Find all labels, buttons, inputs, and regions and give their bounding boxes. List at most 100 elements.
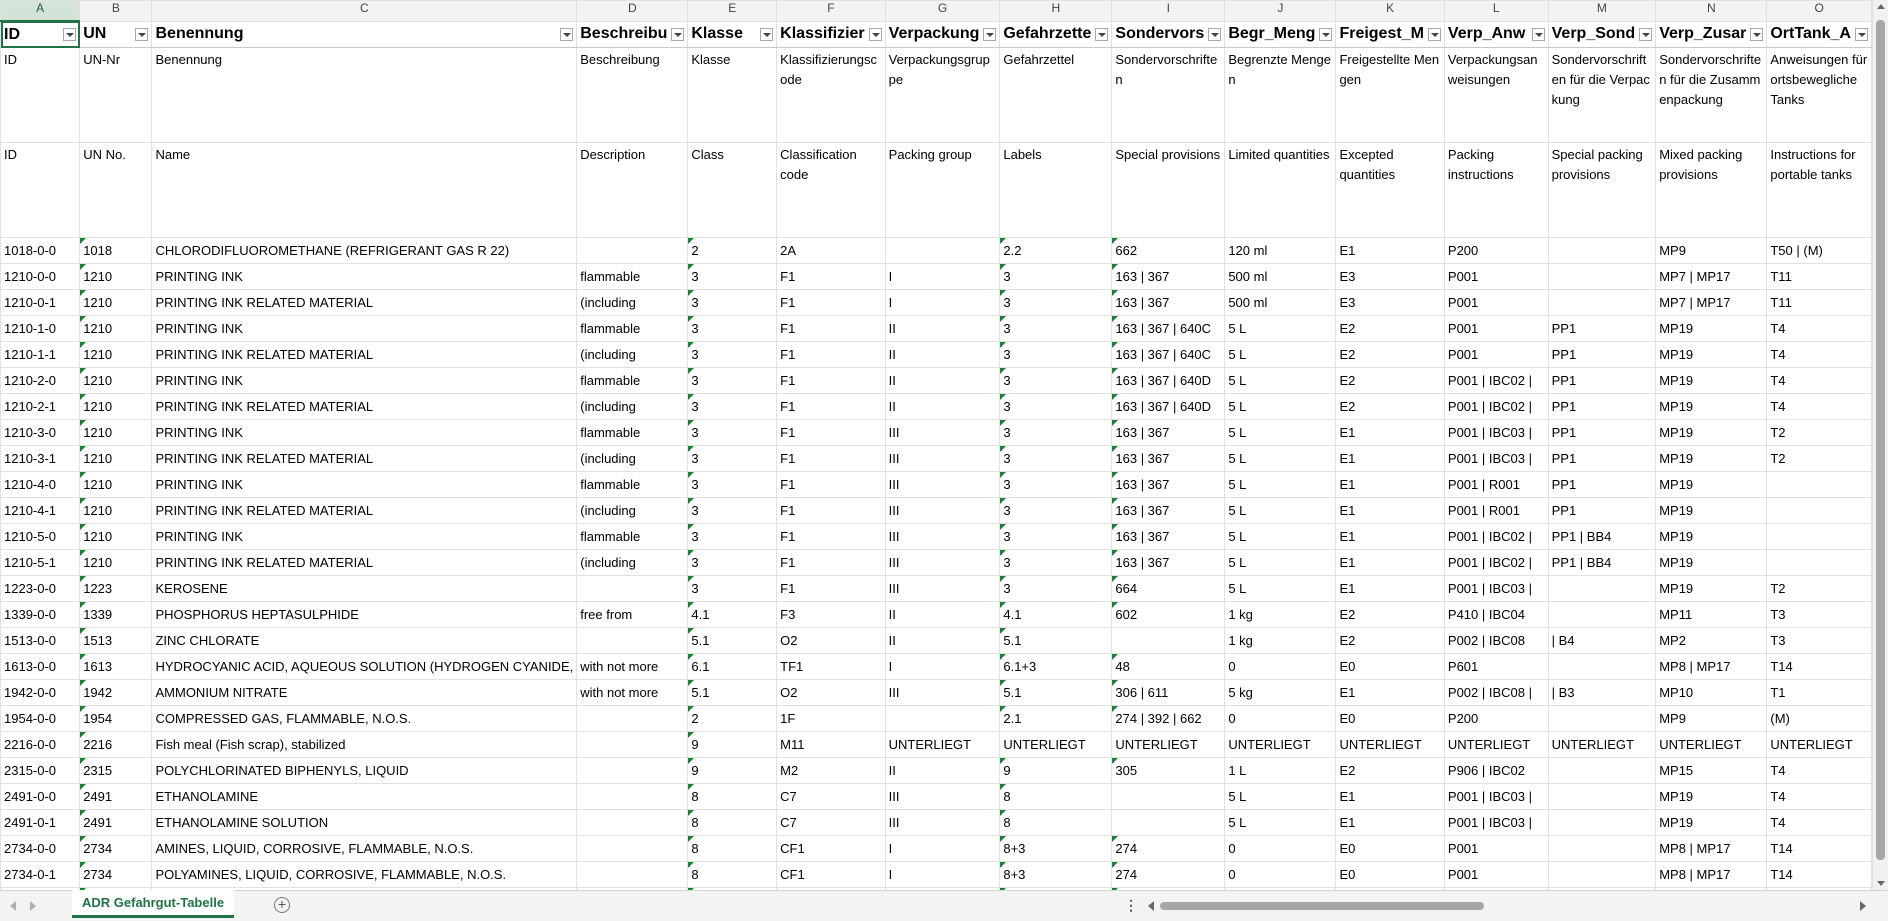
table-cell[interactable]: PRINTING INK: [151, 523, 578, 550]
table-cell[interactable]: F1: [776, 393, 886, 420]
description-cell[interactable]: Klassifizierungscode: [776, 47, 886, 143]
table-cell[interactable]: 664: [1111, 575, 1226, 602]
table-cell[interactable]: P001 | IBC03 |: [1443, 419, 1549, 446]
column-header-n[interactable]: N: [1655, 0, 1768, 22]
table-cell[interactable]: 1942: [79, 679, 153, 706]
header-cell[interactable]: Sondervors: [1111, 20, 1226, 48]
header-cell[interactable]: Begr_Meng: [1224, 20, 1337, 48]
table-cell[interactable]: MP7 | MP17: [1655, 263, 1768, 290]
table-cell[interactable]: E0: [1335, 835, 1445, 862]
description-cell[interactable]: Begrenzte Mengen: [1224, 47, 1337, 143]
table-cell[interactable]: HYDROCYANIC ACID, AQUEOUS SOLUTION (HYDR…: [151, 653, 578, 680]
table-cell[interactable]: 2734: [79, 861, 153, 888]
sheet-tab-adr[interactable]: ADR Gefahrgut-Tabelle: [72, 890, 235, 918]
table-cell[interactable]: I: [884, 861, 1001, 888]
table-cell[interactable]: P410 | IBC04: [1443, 601, 1549, 628]
table-cell[interactable]: 3: [687, 575, 778, 602]
description-cell[interactable]: Special packing provisions: [1547, 142, 1657, 238]
filter-dropdown-icon[interactable]: [1208, 27, 1222, 41]
filter-dropdown-icon[interactable]: [1855, 27, 1868, 41]
table-cell[interactable]: [1547, 289, 1657, 316]
table-cell[interactable]: PRINTING INK: [151, 315, 578, 342]
column-header-k[interactable]: K: [1335, 0, 1445, 22]
table-cell[interactable]: 500 ml: [1224, 263, 1337, 290]
table-cell[interactable]: P001 | IBC03 |: [1443, 575, 1549, 602]
table-cell[interactable]: UNTERLIEGT: [1224, 731, 1337, 758]
description-cell[interactable]: ID: [0, 142, 81, 238]
table-cell[interactable]: T11: [1766, 289, 1872, 316]
filter-dropdown-icon[interactable]: [135, 27, 149, 41]
table-cell[interactable]: II: [884, 393, 1001, 420]
table-cell[interactable]: PRINTING INK RELATED MATERIAL: [151, 393, 578, 420]
table-cell[interactable]: AMINES, LIQUID, CORROSIVE, FLAMMABLE, N.…: [151, 835, 578, 862]
table-cell[interactable]: C7: [776, 783, 886, 810]
table-cell[interactable]: PRINTING INK RELATED MATERIAL: [151, 289, 578, 316]
table-cell[interactable]: 8: [687, 809, 778, 836]
table-cell[interactable]: II: [884, 601, 1001, 628]
description-cell[interactable]: ID: [0, 47, 81, 143]
table-cell[interactable]: III: [884, 419, 1001, 446]
table-cell[interactable]: MP19: [1655, 523, 1768, 550]
table-cell[interactable]: KEROSENE: [151, 575, 578, 602]
table-cell[interactable]: 3: [687, 393, 778, 420]
table-cell[interactable]: E2: [1335, 341, 1445, 368]
table-cell[interactable]: PRINTING INK RELATED MATERIAL: [151, 341, 578, 368]
table-cell[interactable]: 2491-0-1: [0, 809, 81, 836]
description-cell[interactable]: Anweisungen für ortsbewegliche Tanks: [1766, 47, 1872, 143]
table-cell[interactable]: 8: [687, 861, 778, 888]
table-cell[interactable]: 3: [687, 549, 778, 576]
table-cell[interactable]: 1210: [79, 419, 153, 446]
table-cell[interactable]: 1339: [79, 601, 153, 628]
table-cell[interactable]: flammable: [576, 419, 689, 446]
table-cell[interactable]: 8: [999, 783, 1113, 810]
description-cell[interactable]: UN No.: [79, 142, 153, 238]
table-cell[interactable]: 163 | 367: [1111, 445, 1226, 472]
table-cell[interactable]: PRINTING INK: [151, 367, 578, 394]
table-cell[interactable]: III: [884, 549, 1001, 576]
table-cell[interactable]: 1210: [79, 263, 153, 290]
table-cell[interactable]: M2: [776, 757, 886, 784]
table-cell[interactable]: MP19: [1655, 549, 1768, 576]
table-cell[interactable]: 3: [687, 341, 778, 368]
table-cell[interactable]: 0: [1224, 861, 1337, 888]
table-cell[interactable]: 2A: [776, 237, 886, 264]
table-cell[interactable]: 163 | 367 | 640D: [1111, 393, 1226, 420]
table-cell[interactable]: 2.2: [999, 237, 1113, 264]
table-cell[interactable]: CF1: [776, 861, 886, 888]
table-cell[interactable]: E1: [1335, 237, 1445, 264]
table-cell[interactable]: 1210-2-0: [0, 367, 81, 394]
table-cell[interactable]: PRINTING INK RELATED MATERIAL: [151, 497, 578, 524]
table-cell[interactable]: MP19: [1655, 419, 1768, 446]
table-cell[interactable]: II: [884, 757, 1001, 784]
description-cell[interactable]: Sondervorschriften für die Verpackung: [1547, 47, 1657, 143]
table-cell[interactable]: 3: [999, 497, 1113, 524]
table-cell[interactable]: MP10: [1655, 679, 1768, 706]
table-cell[interactable]: CF1: [776, 835, 886, 862]
table-cell[interactable]: UNTERLIEGT: [1111, 731, 1226, 758]
table-cell[interactable]: 1513: [79, 627, 153, 654]
table-cell[interactable]: UNTERLIEGT: [1766, 731, 1872, 758]
table-cell[interactable]: 3: [687, 445, 778, 472]
table-cell[interactable]: E2: [1335, 757, 1445, 784]
table-cell[interactable]: PP1: [1547, 497, 1657, 524]
column-header-j[interactable]: J: [1224, 0, 1337, 22]
table-cell[interactable]: 1210: [79, 445, 153, 472]
filter-dropdown-icon[interactable]: [760, 27, 774, 41]
table-cell[interactable]: P200: [1443, 705, 1549, 732]
table-cell[interactable]: T2: [1766, 445, 1872, 472]
scroll-up-icon[interactable]: [1877, 4, 1885, 9]
table-cell[interactable]: 1210-3-1: [0, 445, 81, 472]
table-cell[interactable]: F1: [776, 523, 886, 550]
table-cell[interactable]: E1: [1335, 497, 1445, 524]
table-cell[interactable]: 4.1: [687, 601, 778, 628]
column-header-c[interactable]: C: [151, 0, 578, 22]
table-cell[interactable]: E2: [1335, 627, 1445, 654]
header-cell[interactable]: Benennung: [151, 20, 578, 48]
table-cell[interactable]: UNTERLIEGT: [1443, 731, 1549, 758]
table-cell[interactable]: 163 | 367 | 640C: [1111, 315, 1226, 342]
table-cell[interactable]: 48: [1111, 653, 1226, 680]
table-cell[interactable]: flammable: [576, 471, 689, 498]
table-cell[interactable]: T1: [1766, 679, 1872, 706]
table-cell[interactable]: (including: [576, 341, 689, 368]
table-cell[interactable]: flammable: [576, 315, 689, 342]
